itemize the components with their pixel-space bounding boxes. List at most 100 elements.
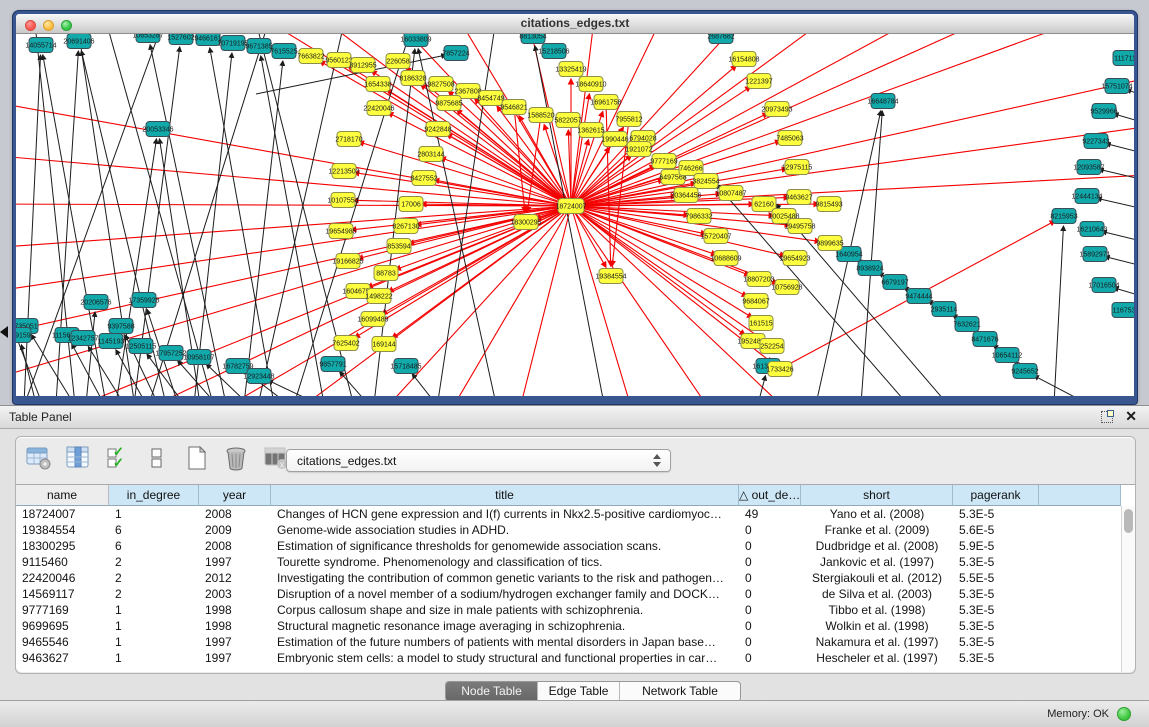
table-cell[interactable]: 9465546 — [16, 634, 109, 650]
graph-node[interactable]: 10688609 — [710, 251, 741, 266]
graph-node[interactable]: 1362615 — [577, 123, 604, 138]
graph-node[interactable]: 9397588 — [107, 319, 134, 334]
graph-node[interactable]: 939159 — [16, 328, 31, 343]
table-cell[interactable]: 1 — [109, 602, 199, 618]
delete-table-button[interactable] — [223, 445, 249, 471]
graph-node[interactable]: 13325419 — [555, 62, 586, 77]
table-cell[interactable]: Dudbridge et al. (2008) — [801, 538, 953, 554]
close-panel-icon[interactable]: ✕ — [1125, 408, 1137, 425]
graph-node[interactable]: 12975115 — [782, 160, 813, 175]
graph-node[interactable]: 9875685 — [435, 96, 462, 111]
table-cell[interactable]: 5.3E-5 — [953, 554, 1039, 570]
window-titlebar[interactable]: citations_edges.txt — [16, 14, 1134, 34]
table-row[interactable]: 969969511998Structural magnetic resonanc… — [16, 618, 1135, 634]
graph-node[interactable]: 15751074 — [1101, 79, 1132, 94]
table-row[interactable]: 1872400712008Changes of HCN gene express… — [16, 506, 1135, 522]
panel-collapse-arrow-icon[interactable] — [0, 326, 8, 338]
graph-node[interactable]: 9529966 — [1090, 104, 1117, 119]
graph-node[interactable]: 3824554 — [692, 174, 719, 189]
graph-node[interactable]: 9474444 — [905, 289, 932, 304]
table-cell[interactable]: 0 — [739, 522, 801, 538]
network-view-window[interactable]: citations_edges.txt 14055714206914061065… — [13, 11, 1137, 404]
graph-node[interactable]: 8912955 — [349, 58, 376, 73]
table-cell[interactable]: 6 — [109, 538, 199, 554]
table-cell[interactable]: 1 — [109, 506, 199, 522]
graph-node[interactable]: 17006 — [399, 197, 423, 212]
table-cell[interactable]: 1 — [109, 650, 199, 666]
table-cell[interactable]: Estimation of the future numbers of pati… — [271, 634, 739, 650]
graph-node[interactable]: 14055714 — [25, 38, 56, 53]
graph-node[interactable]: 7955812 — [615, 112, 642, 127]
table-cell[interactable]: 0 — [739, 602, 801, 618]
graph-node[interactable]: 7625402 — [332, 336, 359, 351]
graph-node[interactable]: 16210643 — [1076, 222, 1107, 237]
table-cell[interactable]: Tibbo et al. (1998) — [801, 602, 953, 618]
table-cell[interactable]: 9115460 — [16, 554, 109, 570]
graph-node[interactable]: 12923448 — [243, 369, 274, 384]
table-row[interactable]: 946362711997Embryonic stem cells: a mode… — [16, 650, 1135, 666]
graph-node[interactable]: 17957252 — [155, 346, 186, 361]
table-cell[interactable]: 0 — [739, 554, 801, 570]
table-cell[interactable]: 5.3E-5 — [953, 634, 1039, 650]
graph-node[interactable]: 22420046 — [363, 101, 394, 116]
table-cell[interactable]: Hescheler et al. (1997) — [801, 650, 953, 666]
graph-node[interactable]: 15218506 — [538, 44, 569, 59]
graph-node[interactable]: 10807487 — [715, 186, 746, 201]
table-cell[interactable]: 9699695 — [16, 618, 109, 634]
table-settings-button[interactable] — [26, 445, 52, 471]
table-cell[interactable]: Embryonic stem cells: a model to study s… — [271, 650, 739, 666]
graph-node[interactable]: 1527602 — [167, 34, 194, 45]
row-height-button[interactable] — [144, 445, 170, 471]
column-header-pagerank[interactable]: pagerank — [953, 485, 1039, 506]
table-cell[interactable]: 2 — [109, 570, 199, 586]
graph-node[interactable]: 1145193 — [98, 334, 125, 349]
graph-node[interactable]: 9777169 — [650, 154, 677, 169]
graph-node[interactable]: 16154808 — [728, 52, 759, 67]
graph-node[interactable]: 9242848 — [424, 122, 451, 137]
table-cell[interactable]: 2012 — [199, 570, 271, 586]
graph-node[interactable]: 8215953 — [1050, 209, 1077, 224]
table-cell[interactable]: Stergiakouli et al. (2012) — [801, 570, 953, 586]
table-cell[interactable]: Jankovic et al. (1997) — [801, 554, 953, 570]
graph-node[interactable]: 19654923 — [779, 251, 810, 266]
table-cell[interactable]: Genome-wide association studies in ADHD. — [271, 522, 739, 538]
graph-node[interactable]: 9827508 — [427, 77, 454, 92]
graph-node[interactable]: 20364456 — [670, 188, 701, 203]
table-cell[interactable]: Franke et al. (2009) — [801, 522, 953, 538]
graph-node[interactable]: 12342757 — [67, 331, 98, 346]
graph-node[interactable]: 8938924 — [856, 261, 883, 276]
graph-node[interactable]: 8186328 — [399, 71, 426, 86]
table-cell[interactable]: 1 — [109, 618, 199, 634]
table-cell[interactable]: 0 — [739, 586, 801, 602]
table-cell[interactable]: 5.3E-5 — [953, 506, 1039, 522]
graph-node[interactable]: 9546821 — [500, 100, 527, 115]
table-cell[interactable]: 0 — [739, 634, 801, 650]
graph-node[interactable]: 1654338 — [364, 77, 391, 92]
graph-node[interactable]: 10654112 — [992, 348, 1023, 363]
graph-node[interactable]: 12505115 — [126, 339, 157, 354]
table-cell[interactable]: 2008 — [199, 538, 271, 554]
table-cell[interactable]: 5.9E-5 — [953, 538, 1039, 554]
graph-node[interactable]: 226058 — [386, 54, 410, 69]
graph-node[interactable]: 1588520 — [527, 108, 554, 123]
graph-node[interactable]: 20973493 — [761, 102, 792, 117]
table-cell[interactable]: 22420046 — [16, 570, 109, 586]
graph-node[interactable]: 18807203 — [743, 272, 774, 287]
table-cell[interactable]: 2 — [109, 554, 199, 570]
graph-node[interactable]: 7663822 — [297, 49, 324, 64]
table-cell[interactable]: Structural magnetic resonance image aver… — [271, 618, 739, 634]
table-cell[interactable]: 5.6E-5 — [953, 522, 1039, 538]
graph-node[interactable]: 10719195 — [217, 36, 248, 51]
graph-node[interactable]: 9815493 — [815, 197, 842, 212]
graph-node[interactable]: 7485063 — [776, 131, 803, 146]
graph-node[interactable]: 15720407 — [700, 229, 731, 244]
table-row[interactable]: 977716911998Corpus callosum shape and si… — [16, 602, 1135, 618]
graph-node[interactable]: 6679197 — [881, 275, 908, 290]
graph-node[interactable]: 15718485 — [390, 359, 421, 374]
graph-node[interactable]: 10958107 — [183, 350, 214, 365]
table-cell[interactable]: 5.3E-5 — [953, 602, 1039, 618]
graph-node[interactable]: 17016504 — [1088, 278, 1119, 293]
table-cell[interactable]: 1997 — [199, 650, 271, 666]
table-cell[interactable]: Changes of HCN gene expression and I(f) … — [271, 506, 739, 522]
table-cell[interactable]: 1997 — [199, 634, 271, 650]
